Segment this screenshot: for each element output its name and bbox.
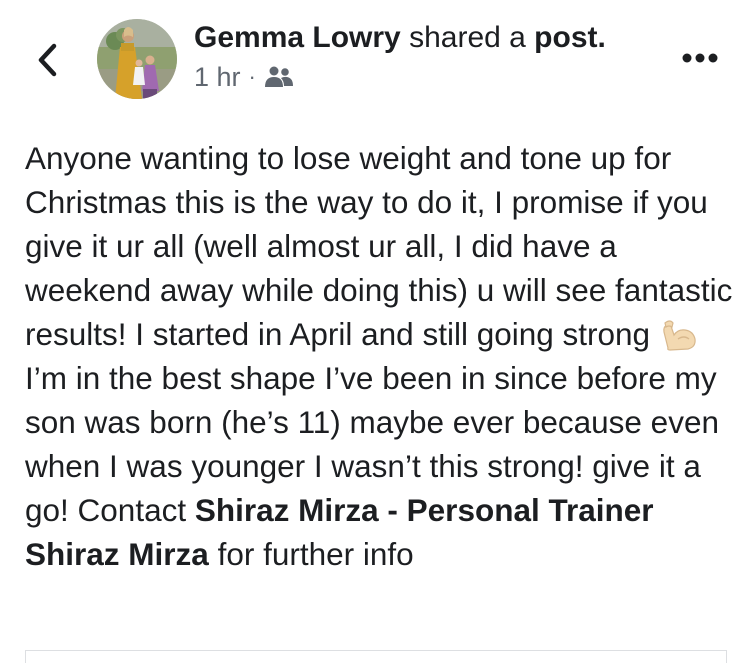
post-page: Gemma Lowry shared a post. 1 hr · Anyone… xyxy=(0,0,750,663)
mention-personal-trainer-page[interactable]: Shiraz Mirza - Personal Trainer xyxy=(195,492,654,528)
post-text: Anyone wanting to lose weight and tone u… xyxy=(25,136,740,576)
action-text: shared a xyxy=(409,21,526,54)
timestamp[interactable]: 1 hr xyxy=(194,60,241,94)
flexed-biceps-emoji xyxy=(658,317,698,351)
shared-post-link[interactable]: post. xyxy=(534,21,606,54)
avatar[interactable] xyxy=(97,19,177,99)
mention-shiraz-mirza[interactable]: Shiraz Mirza xyxy=(25,536,209,572)
more-horizontal-icon xyxy=(682,53,718,63)
header-text: Gemma Lowry shared a post. 1 hr · xyxy=(194,18,664,94)
chevron-left-icon xyxy=(38,43,57,77)
post-meta: 1 hr · xyxy=(194,60,664,94)
friends-icon[interactable] xyxy=(264,65,294,89)
post-header: Gemma Lowry shared a post. 1 hr · xyxy=(0,0,750,120)
headline: Gemma Lowry shared a post. xyxy=(194,18,664,58)
post-text-part-1: Anyone wanting to lose weight and tone u… xyxy=(25,140,733,352)
post-text-part-3: for further info xyxy=(208,536,414,572)
shared-post-card[interactable] xyxy=(25,650,727,663)
back-button[interactable] xyxy=(30,38,64,82)
more-options-button[interactable] xyxy=(680,46,720,70)
meta-separator: · xyxy=(248,64,256,89)
author-name[interactable]: Gemma Lowry xyxy=(194,21,401,54)
